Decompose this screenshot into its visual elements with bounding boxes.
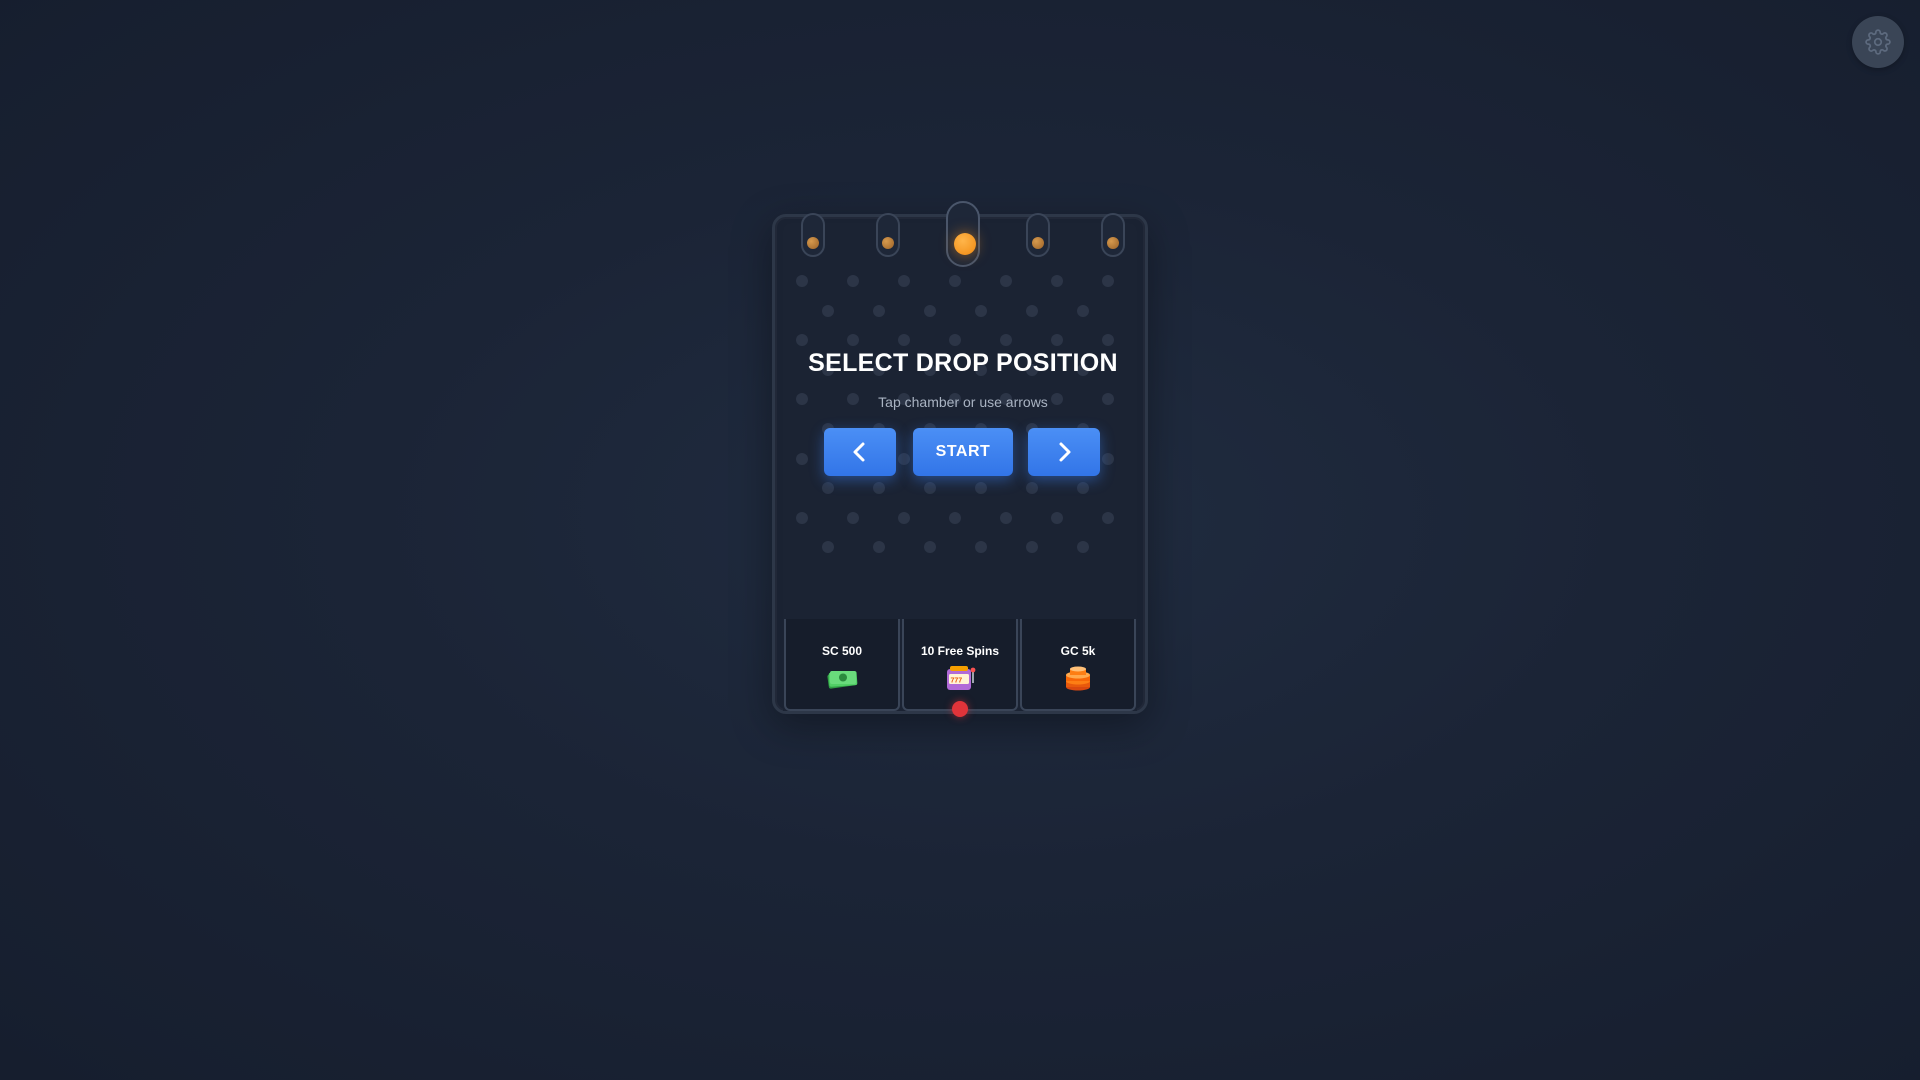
peg <box>1077 541 1089 554</box>
peg <box>949 275 961 287</box>
peg <box>1000 511 1012 524</box>
prize-slot-sc-500: SC 500 <box>784 619 900 711</box>
peg <box>1077 304 1089 317</box>
ball <box>954 233 976 255</box>
page-title: SELECT DROP POSITION <box>808 349 1118 377</box>
peg <box>924 541 936 554</box>
peg <box>796 334 808 347</box>
peg <box>1026 541 1038 554</box>
ball <box>882 237 894 249</box>
peg <box>898 511 910 524</box>
peg <box>873 541 885 554</box>
peg <box>1026 304 1038 317</box>
prize-slots: SC 500 10 Free Spins 777 GC 5k <box>783 619 1137 717</box>
chamber-4[interactable] <box>1026 213 1050 257</box>
chamber-5[interactable] <box>1101 213 1125 257</box>
start-button[interactable]: START <box>913 428 1013 476</box>
plinko-board: SELECT DROP POSITION Tap chamber or use … <box>772 201 1151 717</box>
peg <box>1102 334 1114 347</box>
chevron-left-icon <box>853 442 865 462</box>
prize-label: SC 500 <box>821 644 863 658</box>
chamber-2[interactable] <box>876 213 900 257</box>
coins-icon <box>1066 666 1090 691</box>
ball <box>807 237 819 249</box>
peg <box>873 482 885 495</box>
next-position-button[interactable] <box>1028 428 1100 476</box>
prize-slot-free-spins: 10 Free Spins 777 <box>902 619 1018 717</box>
peg <box>796 275 808 287</box>
cash-icon <box>827 671 858 689</box>
result-marker <box>952 701 968 717</box>
peg <box>975 304 987 317</box>
peg <box>1051 511 1063 524</box>
peg <box>924 304 936 317</box>
peg <box>873 304 885 317</box>
peg <box>1077 482 1089 495</box>
peg <box>847 275 859 287</box>
peg <box>975 482 987 495</box>
peg <box>1026 482 1038 495</box>
peg <box>924 482 936 495</box>
prize-label: 10 Free Spins <box>920 644 1000 658</box>
ball <box>1107 237 1119 249</box>
peg <box>1051 334 1063 347</box>
peg <box>898 334 910 347</box>
settings-button[interactable] <box>1852 16 1904 68</box>
prev-position-button[interactable] <box>824 428 896 476</box>
peg <box>1102 275 1114 287</box>
gear-icon <box>1865 29 1891 55</box>
peg <box>822 482 834 495</box>
chevron-right-icon <box>1059 442 1071 462</box>
peg <box>949 511 961 524</box>
prize-slot-gc-5k: GC 5k <box>1020 619 1136 711</box>
peg <box>898 275 910 287</box>
peg <box>796 511 808 524</box>
peg <box>975 541 987 554</box>
peg <box>1000 334 1012 347</box>
chamber-3[interactable] <box>946 201 980 267</box>
slot-machine-icon: 777 <box>947 666 976 690</box>
ball <box>1032 237 1044 249</box>
peg <box>1051 275 1063 287</box>
chamber-1[interactable] <box>801 213 825 257</box>
instruction-text: Tap chamber or use arrows <box>878 394 1048 410</box>
peg <box>1102 511 1114 524</box>
svg-text:777: 777 <box>951 678 963 685</box>
instruction-overlay: SELECT DROP POSITION Tap chamber or use … <box>775 347 1151 411</box>
peg <box>822 304 834 317</box>
peg <box>1000 275 1012 287</box>
peg <box>847 334 859 347</box>
peg <box>847 511 859 524</box>
drop-controls: START <box>775 428 1151 478</box>
peg <box>949 334 961 347</box>
peg <box>822 541 834 554</box>
prize-label: GC 5k <box>1060 644 1096 658</box>
